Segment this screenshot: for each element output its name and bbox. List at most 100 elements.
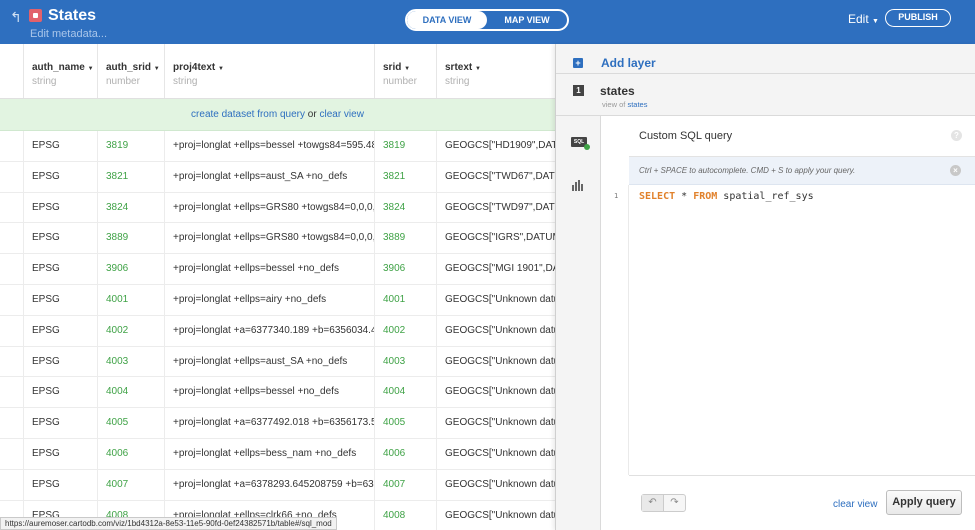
edit-menu[interactable]: Edit ▼ [848,12,879,26]
cell-proj4text[interactable]: +proj=longlat +a=6377492.018 +b=6356173.… [165,408,375,439]
cell-auth-srid[interactable]: 4007 [98,469,165,501]
table-row[interactable]: EPSG 4002 +proj=longlat +a=6377340.189 +b=… [0,315,555,347]
cell-auth-srid[interactable]: 3819 [98,131,165,162]
cell-srtext[interactable]: GEOGCS["Unknown datum [437,285,555,316]
clear-view-button[interactable]: clear view [833,499,877,510]
sql-code[interactable]: SELECT * FROM spatial_ref_sys [639,191,814,202]
apply-query-button[interactable]: Apply query [886,490,962,515]
bar-chart-icon[interactable] [572,180,584,191]
edit-metadata-link[interactable]: Edit metadata... [30,28,107,40]
table-row[interactable]: EPSG 3889 +proj=longlat +ellps=GRS80 +towg… [0,223,555,255]
layer-name[interactable]: states [600,84,635,98]
add-layer-bar[interactable]: + Add layer [556,44,975,74]
cell-auth-name[interactable]: EPSG [24,131,98,162]
cell-auth-name[interactable]: EPSG [24,254,98,285]
cell-auth-srid[interactable]: 4004 [98,377,165,409]
cell-proj4text[interactable]: +proj=longlat +ellps=bessel +no_defs [165,254,375,285]
back-arrow-icon[interactable]: ↰ [10,9,22,26]
table-row[interactable]: EPSG 3906 +proj=longlat +ellps=bessel +no_… [0,254,555,285]
cell-srtext[interactable]: GEOGCS["TWD67",DATUM [437,162,555,193]
table-row[interactable]: EPSG 4003 +proj=longlat +ellps=aust_SA +no… [0,346,555,378]
sql-icon[interactable]: SQL [571,137,590,150]
cell-srtext[interactable]: GEOGCS["Unknown datum [437,316,555,347]
cell-auth-name[interactable]: EPSG [24,438,98,470]
cell-auth-srid[interactable]: 3821 [98,161,165,193]
cell-proj4text[interactable]: +proj=longlat +ellps=aust_SA +no_defs [165,346,375,378]
cell-srid[interactable]: 3819 [375,131,437,162]
cell-auth-name[interactable]: EPSG [24,161,98,193]
cell-auth-name[interactable]: EPSG [24,192,98,224]
table-row[interactable]: EPSG 3819 +proj=longlat +ellps=bessel +tow… [0,131,555,162]
close-icon[interactable]: × [950,165,961,176]
cell-auth-name[interactable]: EPSG [24,346,98,378]
cell-srtext[interactable]: GEOGCS["HD1909",DATUM [437,131,555,162]
redo-icon[interactable]: ↷ [664,495,685,511]
dataset-title[interactable]: States [48,7,96,25]
cell-srid[interactable]: 3821 [375,161,437,193]
table-row[interactable]: EPSG 3824 +proj=longlat +ellps=GRS80 +towg… [0,192,555,224]
cell-srid[interactable]: 4007 [375,469,437,501]
table-row[interactable]: EPSG 4001 +proj=longlat +ellps=airy +no_de… [0,284,555,316]
create-dataset-link[interactable]: create dataset from query [191,109,305,120]
cell-srtext[interactable]: GEOGCS["Unknown datum [437,377,555,408]
map-view-tab[interactable]: MAP VIEW [487,11,567,29]
layer-source-link[interactable]: states [627,100,647,109]
cell-auth-name[interactable]: EPSG [24,223,98,255]
cell-proj4text[interactable]: +proj=longlat +ellps=aust_SA +no_defs [165,161,375,193]
table-row[interactable]: EPSG 3821 +proj=longlat +ellps=aust_SA +no… [0,161,555,193]
cell-auth-srid[interactable]: 4002 [98,315,165,347]
table-row[interactable]: EPSG 4004 +proj=longlat +ellps=bessel +no_… [0,377,555,409]
cell-srid[interactable]: 3824 [375,192,437,224]
column-header-proj4text[interactable]: proj4text ▼ string [165,44,375,98]
cell-auth-srid[interactable]: 3906 [98,254,165,285]
cell-auth-name[interactable]: EPSG [24,315,98,347]
cell-srtext[interactable]: GEOGCS["Unknown datum [437,470,555,501]
cell-auth-name[interactable]: EPSG [24,408,98,439]
table-row[interactable]: EPSG 4005 +proj=longlat +a=6377492.018 +b=… [0,408,555,439]
cell-auth-srid[interactable]: 4003 [98,346,165,378]
cell-auth-srid[interactable]: 3824 [98,192,165,224]
sql-editor[interactable]: SELECT * FROM spatial_ref_sys [629,185,975,475]
cell-proj4text[interactable]: +proj=longlat +ellps=bessel +towgs84=595… [165,131,375,162]
cell-srid[interactable]: 3889 [375,223,437,255]
cell-srtext[interactable]: GEOGCS["IGRS",DATUM["I [437,223,555,254]
column-header-srid[interactable]: srid ▼ number [375,44,437,98]
cell-auth-name[interactable]: EPSG [24,469,98,501]
cell-srtext[interactable]: GEOGCS["Unknown datum [437,439,555,470]
cell-srid[interactable]: 4002 [375,315,437,347]
cell-proj4text[interactable]: +proj=longlat +a=6377340.189 +b=6356034.… [165,315,375,347]
table-row[interactable]: EPSG 4007 +proj=longlat +a=6378293.6452087… [0,469,555,501]
cell-proj4text[interactable]: +proj=longlat +ellps=GRS80 +towgs84=0,0,… [165,192,375,224]
cell-srtext[interactable]: GEOGCS["Unknown datum [437,408,555,439]
cell-srtext[interactable]: GEOGCS["Unknown datum [437,347,555,378]
cell-auth-srid[interactable]: 4005 [98,408,165,439]
cell-srid[interactable]: 4005 [375,408,437,439]
cell-auth-name[interactable]: EPSG [24,377,98,409]
cell-auth-srid[interactable]: 4001 [98,284,165,316]
cell-proj4text[interactable]: +proj=longlat +ellps=bessel +no_defs [165,377,375,409]
undo-icon[interactable]: ↶ [642,495,664,511]
cell-srtext[interactable]: GEOGCS["MGI 1901",DATU [437,254,555,285]
publish-button[interactable]: PUBLISH [885,9,951,27]
cell-srid[interactable]: 4001 [375,284,437,316]
cell-srid[interactable]: 4006 [375,438,437,470]
cell-srid[interactable]: 4004 [375,377,437,409]
cell-auth-srid[interactable]: 4006 [98,438,165,470]
data-view-tab[interactable]: DATA VIEW [407,11,487,29]
lock-icon[interactable] [29,9,42,22]
cell-srid[interactable]: 3906 [375,254,437,285]
column-header-auth-srid[interactable]: auth_srid ▼ number [98,44,165,98]
cell-srid[interactable]: 4003 [375,346,437,378]
column-header-srtext[interactable]: srtext ▼ string [437,44,555,98]
cell-srtext[interactable]: GEOGCS["Unknown datum [437,501,555,530]
cell-proj4text[interactable]: +proj=longlat +ellps=airy +no_defs [165,284,375,316]
cell-auth-srid[interactable]: 3889 [98,223,165,255]
help-icon[interactable]: ? [951,130,962,141]
cell-srid[interactable]: 4008 [375,500,437,530]
cell-proj4text[interactable]: +proj=longlat +a=6378293.645208759 +b=63… [165,469,375,501]
table-row[interactable]: EPSG 4006 +proj=longlat +ellps=bess_nam +n… [0,438,555,470]
clear-view-link[interactable]: clear view [319,109,363,120]
cell-proj4text[interactable]: +proj=longlat +ellps=GRS80 +towgs84=0,0,… [165,223,375,255]
cell-auth-name[interactable]: EPSG [24,284,98,316]
cell-proj4text[interactable]: +proj=longlat +ellps=bess_nam +no_defs [165,438,375,470]
